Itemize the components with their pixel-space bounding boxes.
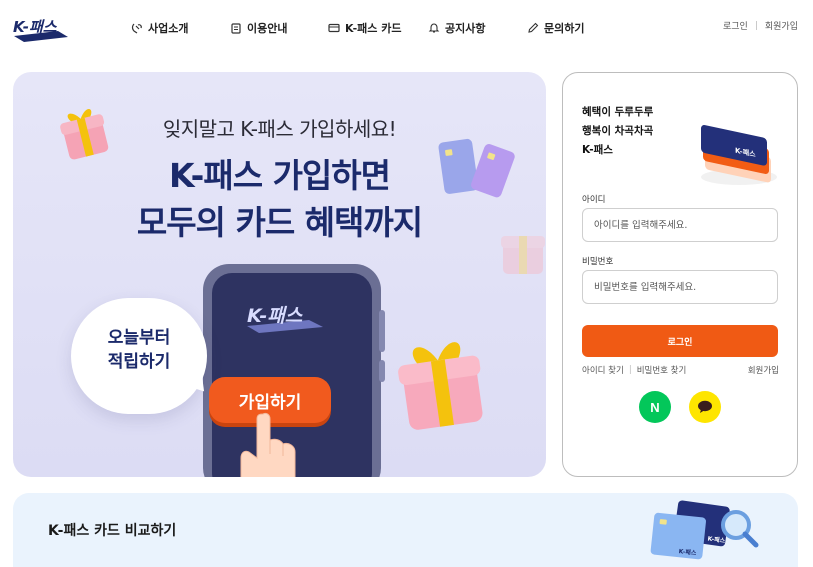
utility-links: 로그인 | 회원가입 [723, 19, 798, 33]
tagline-line1: 혜택이 두루두루 [582, 106, 654, 118]
nav-item-about[interactable]: 사업소개 [131, 18, 188, 38]
nav-label: 문의하기 [544, 22, 585, 35]
phone-side-button [379, 310, 385, 352]
hero-banner[interactable]: 잊지말고 K-패스 가입하세요! K-패스 가입하면 모두의 카드 혜택까지 K… [13, 72, 546, 477]
nav-item-guide[interactable]: 이용안내 [230, 18, 287, 38]
nav-item-notice[interactable]: 공지사항 [428, 18, 485, 38]
svg-text:K-패스: K-패스 [247, 305, 304, 327]
login-panel: 혜택이 두루두루 행복이 차곡차곡 K-패스 K-패스 아이디 비밀번호 로그인… [562, 72, 798, 477]
naver-icon: N [650, 399, 660, 415]
naver-login-button[interactable]: N [639, 391, 671, 423]
nav-label: 공지사항 [445, 22, 486, 35]
clipboard-icon [231, 23, 241, 34]
tagline-line2: 행복이 차곡차곡 [582, 125, 654, 137]
header-login-link[interactable]: 로그인 [723, 19, 748, 32]
phone-k-pass-logo: K-패스 [247, 305, 323, 333]
k-pass-logo[interactable]: K-패스 [12, 10, 70, 44]
bell-icon [428, 23, 440, 33]
login-tagline: 혜택이 두루두루 행복이 차곡차곡 K-패스 [582, 103, 653, 160]
password-label: 비밀번호 [582, 257, 614, 267]
handshake-icon [131, 23, 142, 34]
card-stack-icon: K-패스 [701, 125, 777, 185]
kakao-talk-icon [698, 400, 712, 413]
bubble-line2: 적립하기 [107, 352, 171, 372]
id-input[interactable] [582, 208, 778, 242]
divider: | [628, 365, 632, 375]
find-id-link[interactable]: 아이디 찾기 [582, 364, 624, 376]
phone-side-button [379, 360, 385, 382]
svg-text:K-패스: K-패스 [13, 18, 58, 36]
gift-box-icon [60, 109, 109, 160]
login-button[interactable]: 로그인 [582, 325, 778, 357]
header-signup-link[interactable]: 회원가입 [765, 19, 798, 32]
nav-label: 이용안내 [247, 22, 288, 35]
id-label: 아이디 [582, 195, 606, 205]
gift-box-icon [501, 236, 545, 274]
account-links: 아이디 찾기 | 비밀번호 찾기 [582, 364, 686, 376]
nav-item-card[interactable]: K-패스 카드 [328, 18, 401, 38]
speech-bubble-text: 오늘부터 적립하기 [71, 326, 207, 374]
card-compare-banner[interactable]: K-패스 카드 비교하기 K-패스 K-패스 [13, 493, 798, 567]
nav-item-inquiry[interactable]: 문의하기 [527, 18, 584, 38]
nav-label: K-패스 카드 [345, 22, 402, 35]
gift-box-icon [398, 342, 483, 430]
divider: | [754, 20, 758, 31]
pencil-icon [528, 22, 539, 33]
card-stack-icon [438, 138, 515, 198]
kakao-login-button[interactable] [689, 391, 721, 423]
password-input[interactable] [582, 270, 778, 304]
compare-title: K-패스 카드 비교하기 [48, 523, 177, 539]
tagline-line3: K-패스 [582, 144, 613, 156]
nav-label: 사업소개 [148, 22, 189, 35]
pointing-hand-icon [240, 412, 296, 477]
card-compare-icon: K-패스 K-패스 [650, 500, 759, 560]
signup-link[interactable]: 회원가입 [748, 364, 779, 376]
find-password-link[interactable]: 비밀번호 찾기 [637, 364, 687, 376]
card-icon [328, 23, 340, 33]
bubble-line1: 오늘부터 [107, 328, 171, 348]
site-header: K-패스 사업소개 이용안내 K-패스 카드 공지사항 문의하기 로그인 | 회… [0, 0, 813, 56]
